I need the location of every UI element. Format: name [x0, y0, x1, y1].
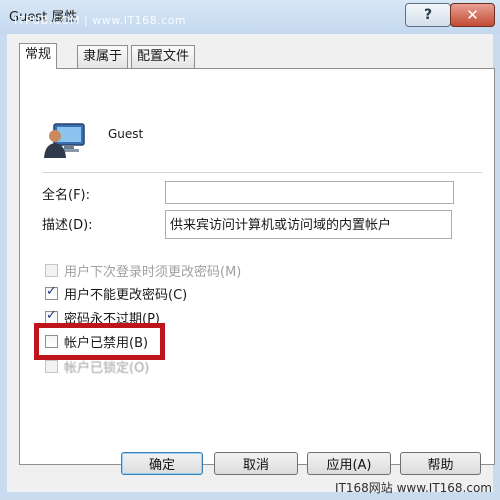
close-icon: ✕ [466, 6, 479, 24]
checkbox-cannot-change-password[interactable]: 用户不能更改密码(C) [45, 283, 187, 303]
user-computer-icon [44, 123, 85, 158]
cancel-button[interactable]: 取消 [214, 452, 298, 475]
apply-button[interactable]: 应用(A) [307, 452, 391, 475]
close-button[interactable]: ✕ [450, 3, 495, 27]
checkbox-box [45, 263, 58, 277]
watermark-top: ITPUB.COM | www.IT168.com [14, 14, 187, 27]
watermark-bottom: IT168网站 www.IT168.com [335, 480, 492, 495]
description-input[interactable]: 供来宾访问计算机或访问域的内置帐户 [165, 210, 452, 239]
dialog-client-area: 常规 隶属于 配置文件 Guest 全名(F): 描述(D): 供来宾访问计算机… [7, 34, 495, 492]
checkbox-box [45, 284, 58, 300]
highlight-box [34, 323, 165, 360]
help-button[interactable]: ? [405, 3, 451, 27]
checkbox-box [45, 308, 58, 324]
checkbox-box [45, 359, 58, 373]
checkbox-must-change-password[interactable]: 用户下次登录时须更改密码(M) [45, 260, 241, 280]
help-dialog-button[interactable]: 帮助 [400, 452, 481, 475]
question-icon: ? [423, 7, 433, 23]
tab-general[interactable]: 常规 [19, 43, 58, 69]
ok-button[interactable]: 确定 [121, 452, 203, 475]
divider [42, 172, 482, 173]
tab-member-of[interactable]: 隶属于 [77, 45, 129, 68]
username-label: Guest [108, 127, 144, 141]
full-name-label: 全名(F): [42, 188, 91, 203]
tab-profile[interactable]: 配置文件 [131, 45, 196, 68]
full-name-input[interactable] [165, 181, 454, 204]
checkbox-label: 用户下次登录时须更改密码(M) [64, 264, 242, 280]
description-label: 描述(D): [42, 218, 93, 233]
general-panel: Guest 全名(F): 描述(D): 供来宾访问计算机或访问域的内置帐户 用户… [19, 68, 495, 465]
checkbox-label: 用户不能更改密码(C) [64, 287, 188, 303]
title-bar: Guest 属性 ITPUB.COM | www.IT168.com ? ✕ [0, 0, 500, 34]
